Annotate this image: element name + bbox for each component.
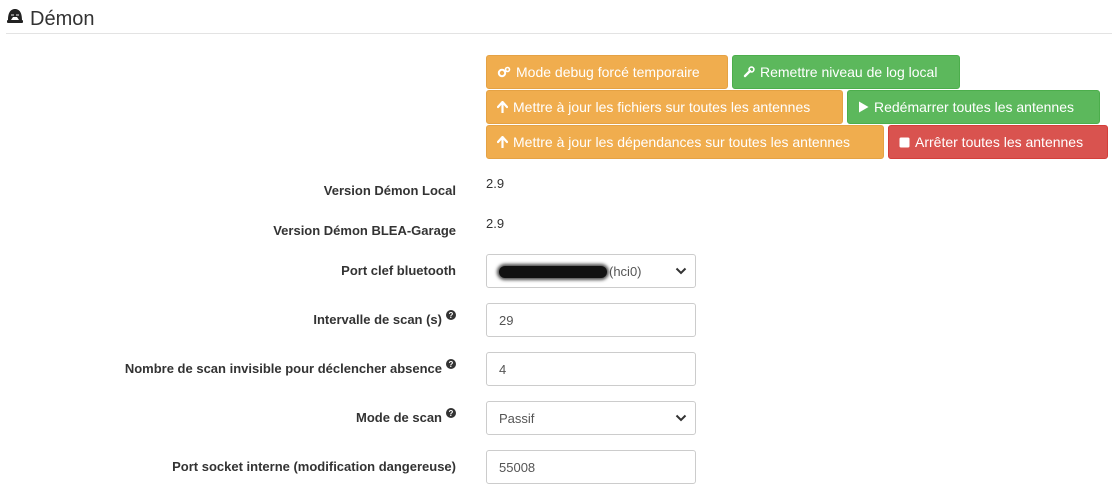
scan-mode-label-text: Mode de scan [356, 409, 442, 425]
stop-all-antennas-label: Arrêter toutes les antennes [915, 134, 1084, 150]
debug-mode-button[interactable]: Mode debug forcé temporaire [486, 55, 728, 89]
section-title: Démon [6, 6, 94, 32]
scan-mode-label: Mode de scan ? [356, 408, 456, 425]
version-local-label-text: Version Démon Local [323, 182, 456, 198]
absence-scan-count-label: Nombre de scan invisible pour déclencher… [124, 359, 456, 376]
arrow-up-icon [497, 136, 508, 148]
absence-scan-count-label-text: Nombre de scan invisible pour déclencher… [124, 360, 442, 376]
restart-all-antennas-button[interactable]: Redémarrer toutes les antennes [847, 90, 1100, 124]
socket-port-label: Port socket interne (modification danger… [172, 458, 456, 474]
redacted-value [499, 266, 607, 279]
arrow-up-icon [497, 101, 508, 113]
scan-interval-value: 29 [499, 312, 514, 328]
question-icon[interactable]: ? [446, 408, 456, 418]
stop-all-antennas-button[interactable]: Arrêter toutes les antennes [888, 125, 1108, 159]
update-files-label: Mettre à jour les fichiers sur toutes le… [513, 99, 811, 115]
stop-icon [899, 137, 910, 148]
socket-port-input[interactable]: 55008 [486, 450, 696, 484]
question-icon[interactable]: ? [446, 310, 456, 320]
divider [6, 33, 1112, 34]
scan-interval-label: Intervalle de scan (s) ? [313, 310, 456, 327]
scan-interval-label-text: Intervalle de scan (s) [313, 311, 442, 327]
helmet-icon [6, 7, 24, 31]
scan-mode-value: Passif [499, 410, 535, 426]
absence-scan-count-input[interactable]: 4 [486, 352, 696, 386]
bluetooth-port-value: (hci0) [499, 264, 642, 279]
question-icon[interactable]: ? [446, 359, 456, 369]
scan-interval-input[interactable]: 29 [486, 303, 696, 337]
reset-log-level-label: Remettre niveau de log local [760, 64, 938, 80]
daemon-section: Démon Mode debug forcé temporaire Remett… [0, 0, 1114, 491]
chevron-down-icon [675, 267, 687, 275]
update-files-button[interactable]: Mettre à jour les fichiers sur toutes le… [486, 90, 843, 124]
update-dependencies-label: Mettre à jour les dépendances sur toutes… [513, 134, 850, 150]
version-garage-value: 2.9 [486, 216, 505, 231]
scan-mode-select[interactable]: Passif [486, 401, 696, 435]
absence-scan-count-value: 4 [499, 361, 507, 377]
play-icon [858, 101, 869, 113]
version-garage-label: Version Démon BLEA-Garage [273, 222, 456, 238]
bluetooth-port-label-text: Port clef bluetooth [341, 262, 456, 278]
socket-port-value: 55008 [499, 459, 536, 475]
restart-all-antennas-label: Redémarrer toutes les antennes [874, 99, 1074, 115]
bluetooth-port-select[interactable]: (hci0) [486, 254, 696, 288]
version-local-label: Version Démon Local [324, 182, 456, 198]
page-title: Démon [30, 7, 95, 30]
chevron-down-icon [675, 414, 687, 422]
debug-mode-label: Mode debug forcé temporaire [516, 64, 700, 80]
version-local-value: 2.9 [486, 176, 505, 191]
socket-port-label-text: Port socket interne (modification danger… [172, 458, 456, 474]
cogs-icon [497, 66, 511, 78]
update-dependencies-button[interactable]: Mettre à jour les dépendances sur toutes… [486, 125, 884, 159]
reset-log-level-button[interactable]: Remettre niveau de log local [732, 55, 960, 89]
bluetooth-port-suffix: (hci0) [609, 263, 642, 279]
version-garage-label-text: Version Démon BLEA-Garage [273, 222, 456, 238]
wrench-icon [743, 66, 755, 78]
bluetooth-port-label: Port clef bluetooth [341, 262, 456, 278]
